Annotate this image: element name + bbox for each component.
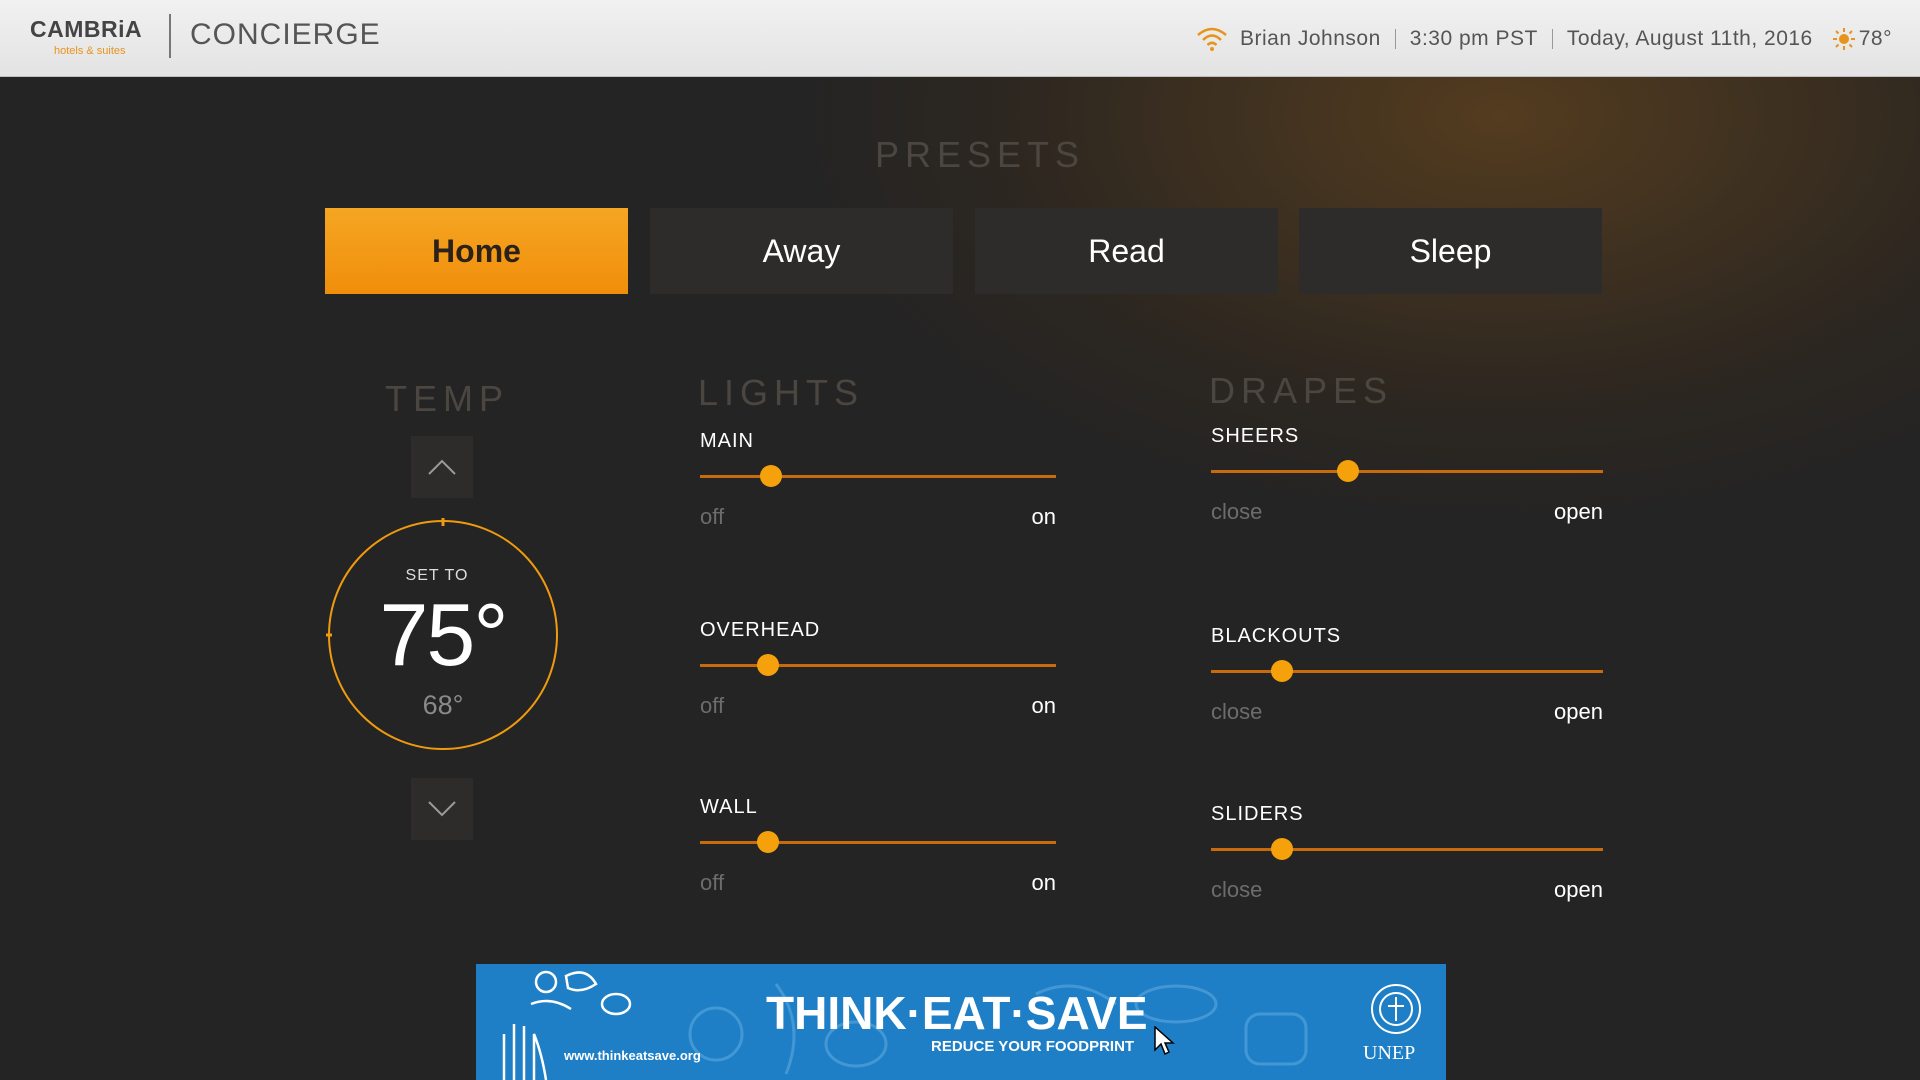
light-overhead-control: OVERHEAD off on [700,619,1056,729]
set-to-label: SET TO [405,567,469,584]
slider-min-label: off [700,693,725,718]
preset-read-button[interactable]: Read [975,208,1278,294]
temp-heading: TEMP [385,378,510,419]
slider-min-label: off [700,870,725,895]
slider-max-label: open [1554,499,1603,524]
slider-label: SLIDERS [1211,803,1304,825]
chevron-up-icon [428,459,456,475]
slider-max-label: on [1031,693,1056,718]
drapes-heading: DRAPES [1209,370,1394,411]
drape-sliders-slider[interactable] [1211,838,1603,860]
slider-min-label: off [700,504,725,529]
status-divider [1394,29,1396,49]
drape-sheers-control: SHEERS close open [1211,425,1603,535]
brand-logo: CAMBRiA hotels & suites [30,16,150,60]
current-time: 3:30 pm PST [1409,27,1538,50]
status-divider [1551,29,1553,49]
slider-max-label: on [1031,870,1056,895]
mouse-cursor-icon [1154,1026,1175,1056]
app-title: CONCIERGE [190,18,381,51]
light-main-slider[interactable] [700,465,1056,487]
drape-sheers-slider[interactable] [1211,460,1603,482]
slider-min-label: close [1211,877,1263,902]
status-area: Brian Johnson 3:30 pm PST Today, August … [1196,24,1892,54]
wifi-icon [1197,27,1227,51]
slider-max-label: open [1554,877,1603,902]
banner-org: UNEP [1363,1042,1416,1064]
temp-up-button[interactable] [411,436,473,498]
slider-thumb[interactable] [1270,838,1293,860]
sun-icon [1832,28,1855,50]
temp-down-button[interactable] [411,778,473,840]
banner-title: THINK·EAT·SAVE [766,987,1148,1039]
chevron-down-icon [428,801,456,817]
slider-min-label: close [1211,499,1263,524]
preset-sleep-button[interactable]: Sleep [1299,208,1602,294]
slider-label: OVERHEAD [700,619,821,641]
weather-temp: 78° [1858,27,1892,50]
slider-max-label: on [1031,504,1056,529]
preset-away-button[interactable]: Away [650,208,953,294]
current-temperature: 68° [422,690,464,720]
header-divider [169,14,171,58]
user-name: Brian Johnson [1240,27,1381,50]
logo-subtitle: hotels & suites [54,45,126,57]
drape-sliders-control: SLIDERS close open [1211,803,1603,913]
background [0,76,1920,1080]
lights-heading: LIGHTS [698,372,865,413]
banner-subtitle: REDUCE YOUR FOODPRINT [931,1038,1135,1055]
slider-min-label: close [1211,699,1263,724]
slider-label: SHEERS [1211,425,1300,447]
current-date: Today, August 11th, 2016 [1566,27,1813,50]
slider-thumb[interactable] [760,465,783,487]
slider-thumb[interactable] [1270,660,1293,682]
slider-thumb[interactable] [756,831,779,853]
drape-blackouts-control: BLACKOUTS close open [1211,625,1603,735]
light-wall-slider[interactable] [700,831,1056,853]
top-bar: CAMBRiA hotels & suites CONCIERGE Brian … [0,0,1920,77]
preset-home-button[interactable]: Home [325,208,628,294]
slider-label: WALL [700,796,758,818]
slider-max-label: open [1554,699,1603,724]
banner-url: www.thinkeatsave.org [564,1048,701,1063]
light-main-control: MAIN off on [700,430,1056,540]
ad-banner[interactable]: THINK·EAT·SAVE REDUCE YOUR FOODPRINT www… [476,964,1446,1080]
slider-label: BLACKOUTS [1211,625,1342,647]
light-wall-control: WALL off on [700,796,1056,906]
presets-heading: PRESETS [874,134,1086,175]
slider-thumb[interactable] [756,654,779,676]
set-temperature: 75° [379,585,508,684]
slider-thumb[interactable] [1337,460,1360,482]
logo-name: CAMBRiA [30,16,143,42]
light-overhead-slider[interactable] [700,654,1056,676]
slider-label: MAIN [700,430,754,452]
temperature-dial[interactable]: SET TO 75° 68° [326,518,560,752]
drape-blackouts-slider[interactable] [1211,660,1603,682]
